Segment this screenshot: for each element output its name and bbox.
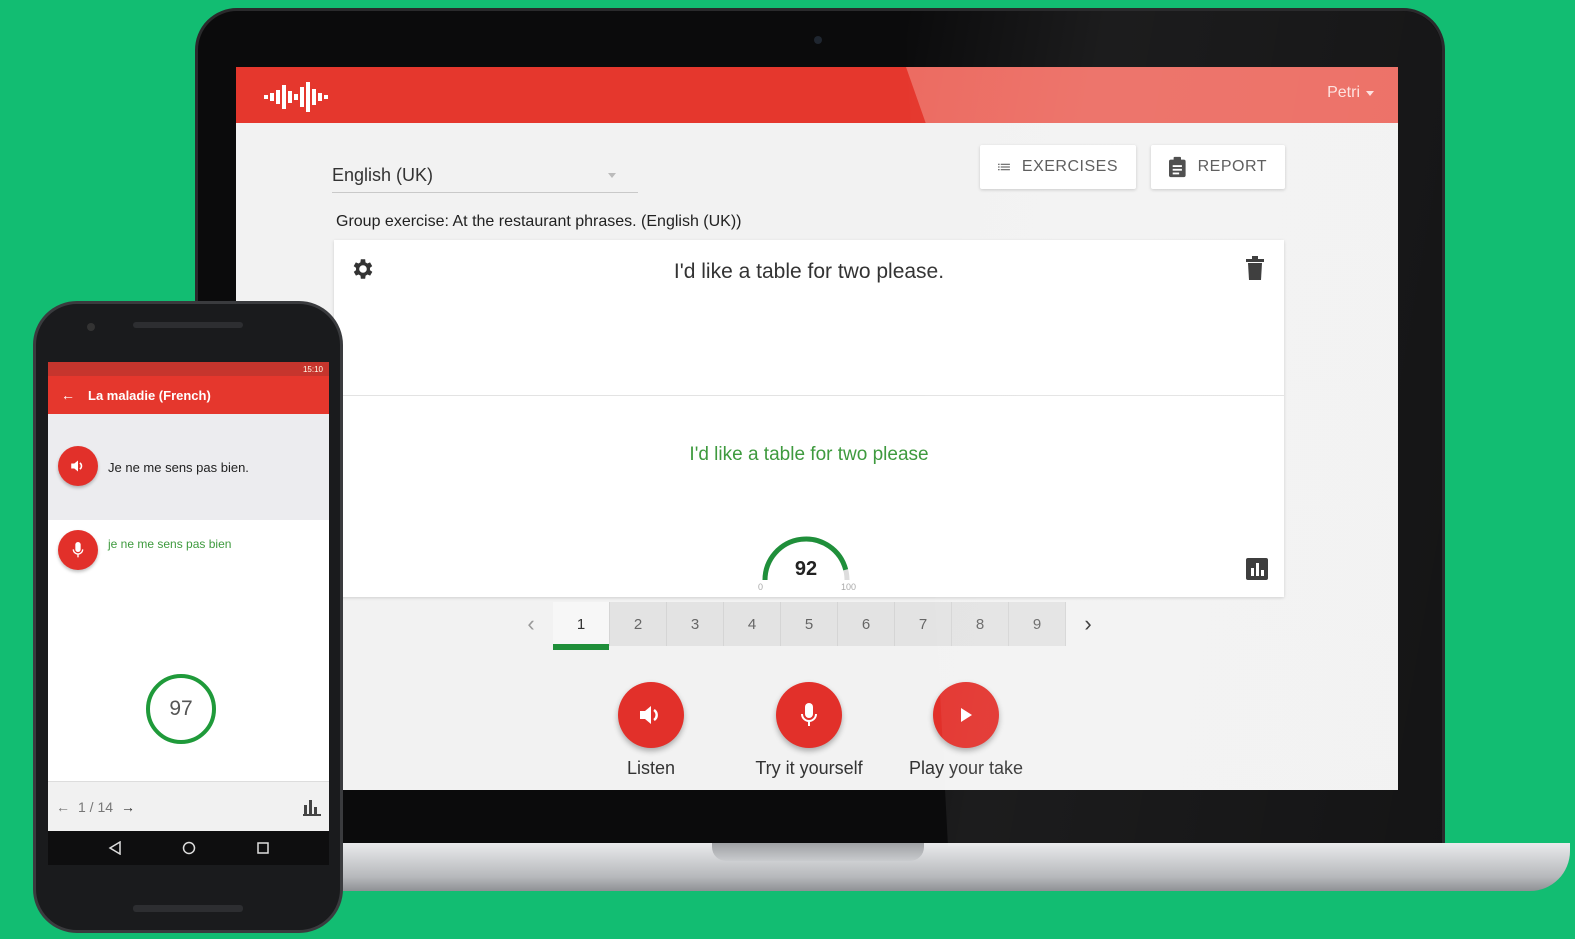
- microphone-icon: [801, 703, 817, 726]
- speaker-button[interactable]: [58, 446, 98, 486]
- listen-button[interactable]: Listen: [581, 682, 721, 779]
- target-phrase: I'd like a table for two please.: [673, 260, 945, 283]
- speaker-icon: [71, 460, 83, 472]
- laptop-camera: [814, 36, 822, 44]
- page-8[interactable]: 8: [952, 602, 1009, 646]
- phone-screen: 15:10 ← La maladie (French) Je ne me sen…: [48, 362, 329, 865]
- sound-wave-logo-icon[interactable]: [262, 81, 334, 113]
- phone-recognized: je ne me sens pas bien: [108, 537, 232, 551]
- phone-title: La maladie (French): [88, 387, 211, 403]
- list-icon: [998, 163, 1010, 171]
- page-6[interactable]: 6: [838, 602, 895, 646]
- page-counter: 1 / 14: [78, 798, 114, 815]
- caret-down-icon: [608, 173, 616, 178]
- user-menu[interactable]: Petri: [1327, 84, 1374, 102]
- arrow-left-icon[interactable]: ←: [56, 799, 70, 815]
- exercises-label: EXERCISES: [1021, 158, 1118, 175]
- play-your-take-button[interactable]: Play your take: [896, 682, 1036, 779]
- nav-recents-icon[interactable]: [257, 842, 269, 854]
- top-bar: Petri: [236, 67, 1398, 123]
- play-icon: [961, 708, 972, 722]
- clipboard-icon: [1169, 156, 1186, 178]
- arrow-left-icon[interactable]: ←: [48, 387, 88, 403]
- phone-status-bar: 15:10: [48, 362, 329, 376]
- phone-phrase: Je ne me sens pas bien.: [108, 460, 249, 475]
- phone-speaker-bottom: [133, 905, 243, 912]
- nav-home-icon[interactable]: [182, 841, 196, 855]
- listen-label: Listen: [626, 758, 676, 778]
- page-9[interactable]: 9: [1009, 602, 1066, 646]
- speaker-icon: [640, 706, 658, 724]
- bar-chart-icon[interactable]: [1246, 558, 1268, 580]
- android-nav-bar: [48, 831, 329, 865]
- language-value: English (UK): [332, 165, 434, 185]
- trash-icon[interactable]: [1246, 256, 1264, 280]
- phone-speaker: [133, 322, 243, 328]
- chevron-left-icon[interactable]: ‹: [509, 604, 553, 644]
- recognized-text: I'd like a table for two please: [689, 444, 929, 465]
- microphone-button[interactable]: [58, 530, 98, 570]
- try-it-yourself-button[interactable]: Try it yourself: [739, 682, 879, 779]
- status-time: 15:10: [302, 364, 323, 374]
- chevron-right-icon[interactable]: ›: [1066, 604, 1110, 644]
- play-label: Play your take: [908, 758, 1024, 778]
- phone-app-bar: ← La maladie (French): [48, 376, 329, 414]
- report-label: REPORT: [1197, 158, 1267, 175]
- score-max: 100: [841, 582, 857, 592]
- user-name: Petri: [1327, 84, 1360, 101]
- group-title: Group exercise: At the restaurant phrase…: [336, 213, 742, 230]
- laptop-notch: [712, 843, 924, 861]
- page-7[interactable]: 7: [895, 602, 952, 646]
- report-button[interactable]: REPORT: [1151, 145, 1285, 189]
- exercise-card: I'd like a table for two please. I'd lik…: [334, 240, 1284, 597]
- page-2[interactable]: 2: [610, 602, 667, 646]
- phone-score: 97: [146, 674, 216, 744]
- try-label: Try it yourself: [755, 758, 863, 778]
- page-5[interactable]: 5: [781, 602, 838, 646]
- page-1[interactable]: 1: [553, 602, 610, 650]
- page-list: 123456789: [553, 602, 1066, 650]
- phone-camera: [87, 323, 95, 331]
- pagination: ‹ 123456789 ›: [509, 600, 1110, 650]
- laptop-screen: Petri English (UK) EXERCISES REPORT Grou…: [236, 67, 1398, 790]
- page-4[interactable]: 4: [724, 602, 781, 646]
- score-min: 0: [758, 582, 764, 592]
- caret-down-icon: [1366, 90, 1374, 96]
- nav-back-icon[interactable]: [108, 841, 122, 855]
- language-select[interactable]: English (UK): [332, 159, 638, 193]
- page-3[interactable]: 3: [667, 602, 724, 646]
- score-value: 92: [794, 558, 818, 580]
- arrow-right-icon[interactable]: →: [121, 799, 135, 815]
- phone-bottom-bar: ← 1 / 14 →: [48, 781, 329, 831]
- microphone-icon: [72, 542, 84, 558]
- bar-chart-icon[interactable]: [303, 798, 321, 816]
- exercises-button[interactable]: EXERCISES: [980, 145, 1136, 189]
